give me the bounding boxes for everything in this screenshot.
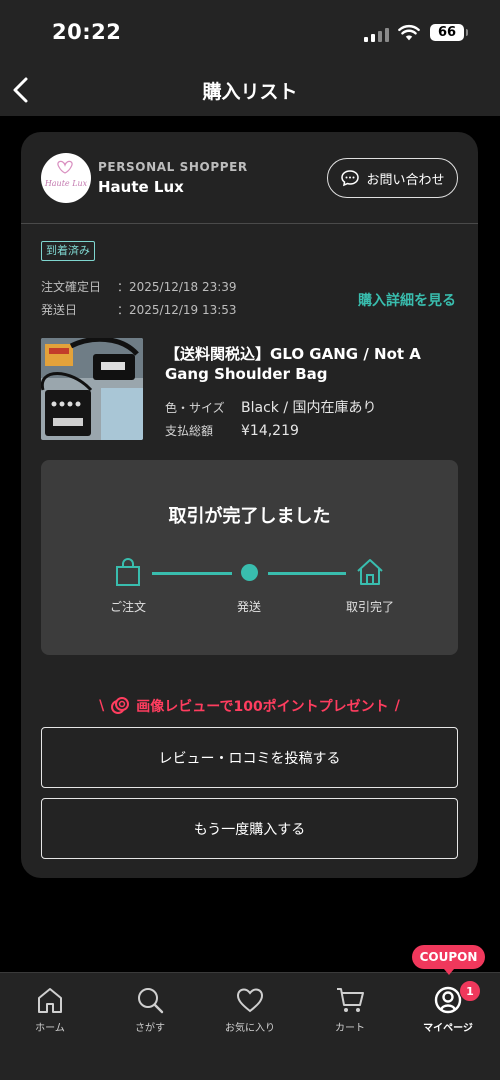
coin-icon	[111, 697, 130, 714]
tab-cart-label: カート	[335, 1023, 365, 1034]
tab-search[interactable]: さがす	[100, 985, 200, 1034]
tab-home-label: ホーム	[35, 1023, 65, 1034]
slash-decoration-left: \	[99, 698, 105, 714]
home-icon	[38, 988, 62, 1013]
signal-icon	[364, 26, 390, 42]
product-image[interactable]	[41, 338, 143, 440]
tab-home[interactable]: ホーム	[0, 985, 100, 1034]
review-promo: \ 画像レビューで100ポイントプレゼント /	[21, 696, 478, 716]
dot-icon	[241, 564, 258, 581]
battery-icon: 66	[430, 24, 468, 41]
divider	[21, 223, 478, 224]
slash-decoration-right: /	[394, 698, 400, 714]
transaction-complete-title: 取引が完了しました	[168, 506, 331, 527]
spec-label: 色・サイズ	[165, 401, 225, 415]
tab-bar: ホーム さがす お気に入り カート マイページ	[0, 972, 500, 1080]
order-confirmed-value: ：2025/12/18 23:39	[117, 280, 237, 294]
progress-line-1	[152, 572, 232, 575]
buy-again-button[interactable]: もう一度購入する	[41, 798, 458, 859]
order-shipped-label: 発送日	[41, 303, 78, 317]
contact-button-label: お問い合わせ	[366, 172, 445, 188]
total-label: 支払総額	[165, 424, 214, 438]
product-photo	[41, 338, 143, 440]
nav-bar: 購入リスト	[0, 64, 500, 116]
tab-mypage-label: マイページ	[423, 1023, 473, 1034]
shop-subtitle: PERSONAL SHOPPER	[98, 160, 248, 174]
shop-logo[interactable]: Haute Lux	[41, 153, 91, 203]
heart-icon	[236, 988, 264, 1013]
shop-logo-image: Haute Lux	[44, 160, 88, 188]
page-title: 購入リスト	[202, 81, 298, 103]
purchase-detail-link[interactable]: 購入詳細を見る	[358, 290, 456, 310]
cart-icon	[337, 988, 364, 1012]
notification-badge: 1	[459, 980, 481, 1002]
write-review-button[interactable]: レビュー・ロコミを投稿する	[41, 727, 458, 788]
product-name[interactable]: 【送料関税込】GLO GANG / Not A Gang Shoulder Ba…	[165, 344, 465, 384]
coupon-badge[interactable]: COUPON	[412, 945, 485, 975]
tab-favorites[interactable]: お気に入り	[200, 985, 300, 1034]
product-spec-row: 色・サイズ Black / 国内在庫あり	[165, 397, 377, 417]
step-label-complete: 取引完了	[345, 600, 394, 614]
order-confirmed-row: 注文確定日 ：2025/12/18 23:39	[41, 278, 237, 295]
status-badge: 到着済み	[41, 241, 95, 261]
tab-search-label: さがす	[135, 1023, 165, 1034]
shop-name[interactable]: Haute Lux	[98, 178, 184, 196]
tab-favorites-label: お気に入り	[225, 1023, 275, 1034]
tab-mypage[interactable]: マイページ	[398, 985, 498, 1034]
step-label-order: ご注文	[109, 600, 146, 614]
svg-text:Haute Lux: Haute Lux	[44, 179, 88, 188]
spec-value: Black / 国内在庫あり	[241, 400, 377, 416]
status-time: 20:22	[52, 20, 122, 44]
house-icon	[357, 559, 383, 585]
review-promo-text: 画像レビューで100ポイントプレゼント	[136, 699, 389, 715]
wifi-icon	[398, 25, 420, 41]
order-shipped-value: ：2025/12/19 13:53	[117, 303, 237, 317]
product-total-row: 支払総額 ¥14,219	[165, 422, 299, 439]
contact-button[interactable]: お問い合わせ	[327, 158, 458, 198]
step-label-shipped: 発送	[236, 600, 261, 614]
tab-cart[interactable]: カート	[300, 985, 400, 1034]
order-confirmed-label: 注文確定日	[41, 280, 102, 294]
chat-bubble-icon	[341, 170, 360, 187]
status-bar: 20:22 66	[0, 0, 500, 64]
order-card: Haute Lux PERSONAL SHOPPER Haute Lux お問い…	[21, 132, 478, 878]
shopping-bag-icon	[116, 558, 140, 586]
order-shipped-row: 発送日 ：2025/12/19 13:53	[41, 301, 237, 318]
search-icon	[138, 988, 164, 1014]
progress-line-2	[268, 572, 346, 575]
total-value: ¥14,219	[241, 423, 299, 439]
transaction-status-box: 取引が完了しました ご注文 発送 取引完了	[41, 460, 458, 655]
